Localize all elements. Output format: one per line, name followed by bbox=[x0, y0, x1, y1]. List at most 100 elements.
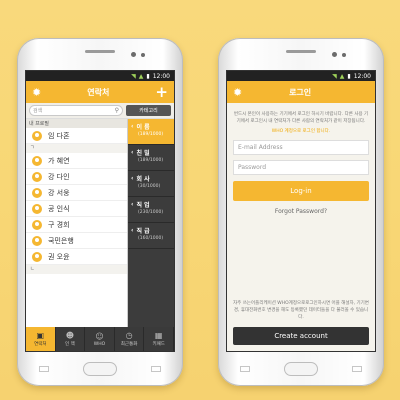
email-field[interactable]: E-mail Address bbox=[233, 140, 369, 155]
clock-icon: ◷ bbox=[125, 331, 133, 340]
page-title: 연락처 bbox=[87, 87, 110, 97]
menu-key[interactable] bbox=[240, 366, 250, 372]
login-info-text: 번드시 본인이 사용하는 기기에서 로그인 하시기 바랍니다. 다른 사용 기기… bbox=[233, 112, 369, 124]
signal-icon: ▲ bbox=[339, 72, 345, 80]
login-header: ✹ 로그인 bbox=[227, 81, 375, 103]
status-time: 12:00 bbox=[353, 72, 371, 80]
contact-list: 내 프로필 임 다혼 ㄱ 가 혜연 강 다인 강 서웅 공 인식 구 경희 국민… bbox=[26, 119, 128, 339]
contact-name: 강 서웅 bbox=[48, 188, 70, 197]
group-item-name[interactable]: ‹ 이 름 (189/1000) bbox=[128, 119, 174, 145]
home-button[interactable] bbox=[83, 362, 117, 376]
login-note: WHO 계정으로 로그인 합니다. bbox=[271, 129, 331, 134]
list-item[interactable]: 가 혜연 bbox=[26, 153, 127, 169]
avatar bbox=[32, 203, 42, 214]
back-key[interactable] bbox=[151, 366, 161, 372]
group-count: (160/1000) bbox=[138, 236, 164, 241]
create-account-button[interactable]: Create account bbox=[233, 327, 369, 345]
list-item[interactable]: 국민은행 bbox=[26, 233, 127, 249]
contact-name: 강 다인 bbox=[48, 172, 70, 181]
group-item-company[interactable]: ‹ 회 사 (30/1000) bbox=[128, 171, 174, 197]
search-icon: ⚲ bbox=[114, 107, 119, 114]
group-panel: ‹ 이 름 (189/1000) ‹ 친 밀 (189/1000) ‹ 회 사 (30… bbox=[128, 119, 174, 339]
bottom-tab-bar: ▣ 연락처 ☻ 인 맥 ☺ WHO ◷ 최근통화 ▦ 키패드 bbox=[26, 327, 174, 351]
home-button[interactable] bbox=[284, 362, 318, 376]
contacts-header: ✹ 연락처 + bbox=[26, 81, 174, 103]
contact-name: 임 다혼 bbox=[48, 131, 70, 140]
tab-label: 인 맥 bbox=[65, 342, 75, 347]
chevron-left-icon: ‹ bbox=[131, 149, 134, 156]
camera bbox=[332, 52, 337, 57]
group-count: (189/1000) bbox=[138, 158, 164, 163]
add-contact-button[interactable]: + bbox=[155, 84, 168, 100]
menu-key[interactable] bbox=[39, 366, 49, 372]
tab-contacts[interactable]: ▣ 연락처 bbox=[26, 327, 56, 351]
page-title: 로그인 bbox=[289, 87, 312, 97]
list-item[interactable]: 공 인식 bbox=[26, 201, 127, 217]
signal-icon: ▲ bbox=[138, 72, 144, 80]
back-key[interactable] bbox=[352, 366, 362, 372]
tab-network[interactable]: ☻ 인 맥 bbox=[56, 327, 86, 351]
tab-recent-calls[interactable]: ◷ 최근통화 bbox=[115, 327, 145, 351]
gear-icon[interactable]: ✹ bbox=[32, 87, 41, 98]
contact-name: 권 오윤 bbox=[48, 252, 70, 261]
account-info-text: 자주 쓰는어플리케이션 WHO계정으로로그인하시면 어플 해설자, 기기변경, … bbox=[233, 301, 369, 320]
phone-right: ◥ ▲ ▮ 12:00 ✹ 로그인 번드시 본인이 사용하는 기기에서 로그인 … bbox=[218, 38, 384, 386]
avatar bbox=[32, 171, 42, 182]
tab-keypad[interactable]: ▦ 키패드 bbox=[144, 327, 174, 351]
contacts-screen: ◥ ▲ ▮ 12:00 ✹ 연락처 + 검색 ⚲ 카테고리 내 프로필 임 다혼 bbox=[25, 70, 175, 352]
password-field[interactable]: Password bbox=[233, 160, 369, 175]
group-item-close[interactable]: ‹ 친 밀 (189/1000) bbox=[128, 145, 174, 171]
group-letter: ㄴ bbox=[26, 265, 127, 274]
forgot-password-link[interactable]: Forgot Password? bbox=[233, 208, 369, 215]
search-input[interactable]: 검색 ⚲ bbox=[29, 105, 123, 116]
group-label: 이 름 bbox=[136, 124, 150, 131]
battery-icon: ▮ bbox=[347, 72, 351, 80]
list-item[interactable]: 구 경희 bbox=[26, 217, 127, 233]
avatar bbox=[32, 219, 42, 230]
earpiece bbox=[286, 50, 316, 53]
avatar bbox=[32, 155, 42, 166]
person-icon: ☺ bbox=[95, 331, 104, 341]
wifi-icon: ◥ bbox=[131, 72, 136, 80]
avatar bbox=[32, 235, 42, 246]
chevron-left-icon: ‹ bbox=[131, 175, 134, 182]
login-button[interactable]: Log-in bbox=[233, 181, 369, 201]
contact-name: 국민은행 bbox=[48, 236, 74, 245]
group-letter: ㄱ bbox=[26, 144, 127, 153]
group-item-rank[interactable]: ‹ 직 급 (160/1000) bbox=[128, 223, 174, 249]
chevron-left-icon: ‹ bbox=[131, 123, 134, 130]
list-item[interactable]: 강 다인 bbox=[26, 169, 127, 185]
group-label: 직 업 bbox=[136, 202, 150, 209]
avatar bbox=[32, 251, 42, 262]
list-item[interactable]: 강 서웅 bbox=[26, 185, 127, 201]
tab-label: WHO bbox=[93, 341, 106, 347]
avatar bbox=[32, 130, 42, 141]
phone-left: ◥ ▲ ▮ 12:00 ✹ 연락처 + 검색 ⚲ 카테고리 내 프로필 임 다혼 bbox=[17, 38, 183, 386]
login-body: 번드시 본인이 사용하는 기기에서 로그인 하시기 바랍니다. 다른 사용 기기… bbox=[227, 103, 375, 215]
my-profile-row[interactable]: 임 다혼 bbox=[26, 128, 127, 144]
contact-name: 구 경희 bbox=[48, 220, 70, 229]
tab-who[interactable]: ☺ WHO bbox=[85, 327, 115, 351]
keypad-icon: ▦ bbox=[154, 331, 163, 340]
group-count: (230/1000) bbox=[138, 210, 164, 215]
battery-icon: ▮ bbox=[146, 72, 150, 80]
group-count: (189/1000) bbox=[138, 132, 164, 137]
avatar bbox=[32, 187, 42, 198]
chevron-left-icon: ‹ bbox=[131, 201, 134, 208]
earpiece bbox=[85, 50, 115, 53]
group-item-job[interactable]: ‹ 직 업 (230/1000) bbox=[128, 197, 174, 223]
list-item[interactable]: 권 오윤 bbox=[26, 249, 127, 265]
category-button[interactable]: 카테고리 bbox=[126, 105, 171, 116]
group-count: (30/1000) bbox=[138, 184, 161, 189]
search-row: 검색 ⚲ 카테고리 bbox=[26, 103, 174, 119]
profile-section-label: 내 프로필 bbox=[26, 119, 127, 128]
contacts-main: 내 프로필 임 다혼 ㄱ 가 혜연 강 다인 강 서웅 공 인식 구 경희 국민… bbox=[26, 119, 174, 339]
group-label: 회 사 bbox=[136, 176, 150, 183]
gear-icon[interactable]: ✹ bbox=[233, 87, 242, 98]
sensor bbox=[141, 53, 145, 57]
login-screen: ◥ ▲ ▮ 12:00 ✹ 로그인 번드시 본인이 사용하는 기기에서 로그인 … bbox=[226, 70, 376, 352]
contacts-icon: ▣ bbox=[36, 331, 45, 340]
chevron-left-icon: ‹ bbox=[131, 227, 134, 234]
status-bar: ◥ ▲ ▮ 12:00 bbox=[26, 71, 174, 81]
tab-label: 키패드 bbox=[152, 342, 165, 347]
